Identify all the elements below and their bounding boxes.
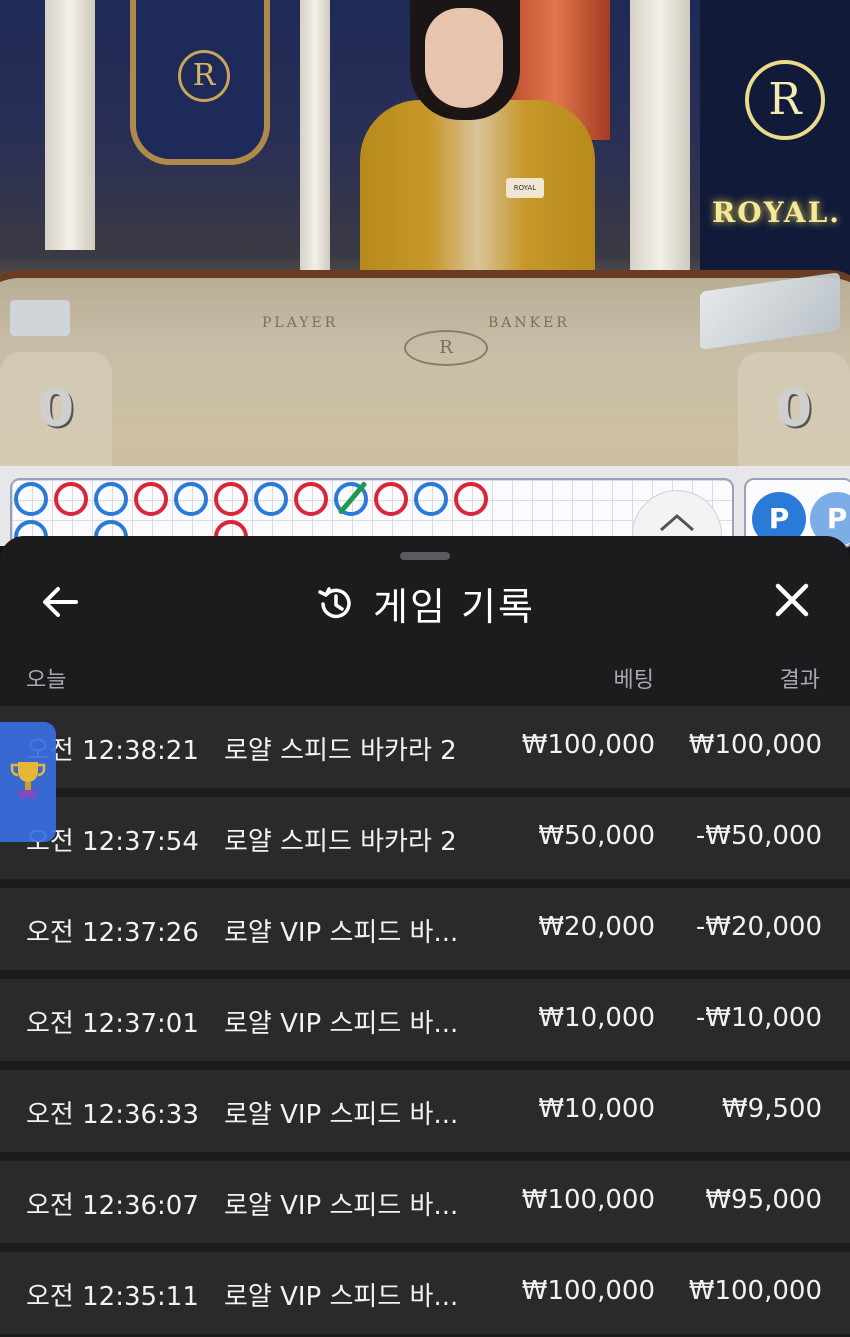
column-header-today: 오늘 (26, 668, 67, 693)
player-score: 0 (0, 352, 112, 466)
row-game: 로얄 스피드 바카라 2 (224, 827, 457, 857)
row-time: 오전 12:35:11 (26, 1282, 199, 1312)
felt-banker-label: BANKER (488, 315, 570, 331)
pillar (630, 0, 690, 270)
row-time: 오전 12:36:07 (26, 1191, 199, 1221)
banker-score: 0 (738, 352, 850, 466)
sheet-grab-handle[interactable] (400, 552, 450, 560)
roadmap-strip: P P (0, 466, 850, 580)
history-row[interactable]: 오전 12:38:21 로얄 스피드 바카라 2 ₩100,000 ₩100,0… (0, 706, 850, 788)
row-result: -₩50,000 (695, 821, 822, 851)
close-icon (775, 583, 809, 617)
dealer-body (360, 100, 595, 290)
live-video-stream: R R ROYAL. ROYAL PLAYER BANKER R 0 0 (0, 0, 850, 466)
bead-player (414, 482, 448, 516)
row-bet: ₩20,000 (538, 912, 655, 942)
row-game: 로얄 VIP 스피드 바... (224, 1282, 459, 1312)
history-row[interactable]: 오전 12:37:54 로얄 스피드 바카라 2 ₩50,000 -₩50,00… (0, 797, 850, 879)
row-result: ₩9,500 (721, 1094, 822, 1124)
history-row[interactable]: 오전 12:37:01 로얄 VIP 스피드 바... ₩10,000 -₩10… (0, 979, 850, 1061)
bead-player (94, 482, 128, 516)
pillar (45, 0, 95, 250)
close-button[interactable] (770, 578, 814, 622)
column-header-bet: 베팅 (613, 668, 654, 693)
row-game: 로얄 VIP 스피드 바... (224, 918, 459, 948)
bead-player (254, 482, 288, 516)
royal-crest-logo: R (745, 60, 825, 140)
row-time: 오전 12:37:01 (26, 1009, 199, 1039)
game-history-sheet: 게임 기록 오늘 베팅 결과 오전 12:38:21 로얄 스피드 바카라 2 … (0, 536, 850, 1337)
sheet-header: 게임 기록 (0, 566, 850, 640)
bead-player (14, 482, 48, 516)
sheet-title-text: 게임 기록 (373, 585, 535, 629)
row-bet: ₩10,000 (538, 1094, 655, 1124)
royal-sign-text: ROYAL. (712, 196, 842, 229)
trophy-icon (10, 762, 46, 798)
row-game: 로얄 VIP 스피드 바... (224, 1191, 459, 1221)
history-list: 오전 12:38:21 로얄 스피드 바카라 2 ₩100,000 ₩100,0… (0, 706, 850, 1337)
row-result: ₩100,000 (688, 730, 822, 760)
row-bet: ₩10,000 (538, 1003, 655, 1033)
bead-banker (374, 482, 408, 516)
history-row[interactable]: 오전 12:35:11 로얄 VIP 스피드 바... ₩100,000 ₩10… (0, 1252, 850, 1334)
sheet-title: 게임 기록 (0, 576, 850, 631)
bead-banker (54, 482, 88, 516)
chevron-up-icon (660, 514, 694, 532)
row-result: ₩95,000 (705, 1185, 822, 1215)
row-bet: ₩100,000 (521, 730, 655, 760)
row-time: 오전 12:36:33 (26, 1100, 199, 1130)
row-game: 로얄 VIP 스피드 바... (224, 1100, 459, 1130)
row-result: -₩10,000 (695, 1003, 822, 1033)
row-game: 로얄 VIP 스피드 바... (224, 1009, 459, 1039)
row-time: 오전 12:37:26 (26, 918, 199, 948)
dealer-nametag: ROYAL (506, 178, 544, 198)
felt-player-label: PLAYER (262, 315, 339, 331)
column-header-result: 결과 (779, 668, 820, 693)
history-row[interactable]: 오전 12:36:07 로얄 VIP 스피드 바... ₩100,000 ₩95… (0, 1161, 850, 1243)
bead-banker (294, 482, 328, 516)
crest-panel: R (130, 0, 270, 165)
row-game: 로얄 스피드 바카라 2 (224, 736, 457, 766)
row-bet: ₩100,000 (521, 1185, 655, 1215)
felt-crest: R (404, 330, 488, 366)
card-tray (10, 300, 70, 336)
leaderboard-tab[interactable] (0, 722, 56, 842)
crest-logo: R (178, 50, 230, 102)
history-row[interactable]: 오전 12:37:26 로얄 VIP 스피드 바... ₩20,000 -₩20… (0, 888, 850, 970)
pillar (300, 0, 330, 280)
history-row[interactable]: 오전 12:36:33 로얄 VIP 스피드 바... ₩10,000 ₩9,5… (0, 1070, 850, 1152)
row-result: -₩20,000 (695, 912, 822, 942)
royal-sign: R (700, 0, 850, 275)
bead-player (174, 482, 208, 516)
row-result: ₩100,000 (688, 1276, 822, 1306)
bead-banker (454, 482, 488, 516)
history-clock-icon (318, 586, 351, 618)
dealer-face (425, 8, 503, 108)
row-bet: ₩50,000 (538, 821, 655, 851)
bead-banker (214, 482, 248, 516)
bead-banker (134, 482, 168, 516)
row-bet: ₩100,000 (521, 1276, 655, 1306)
